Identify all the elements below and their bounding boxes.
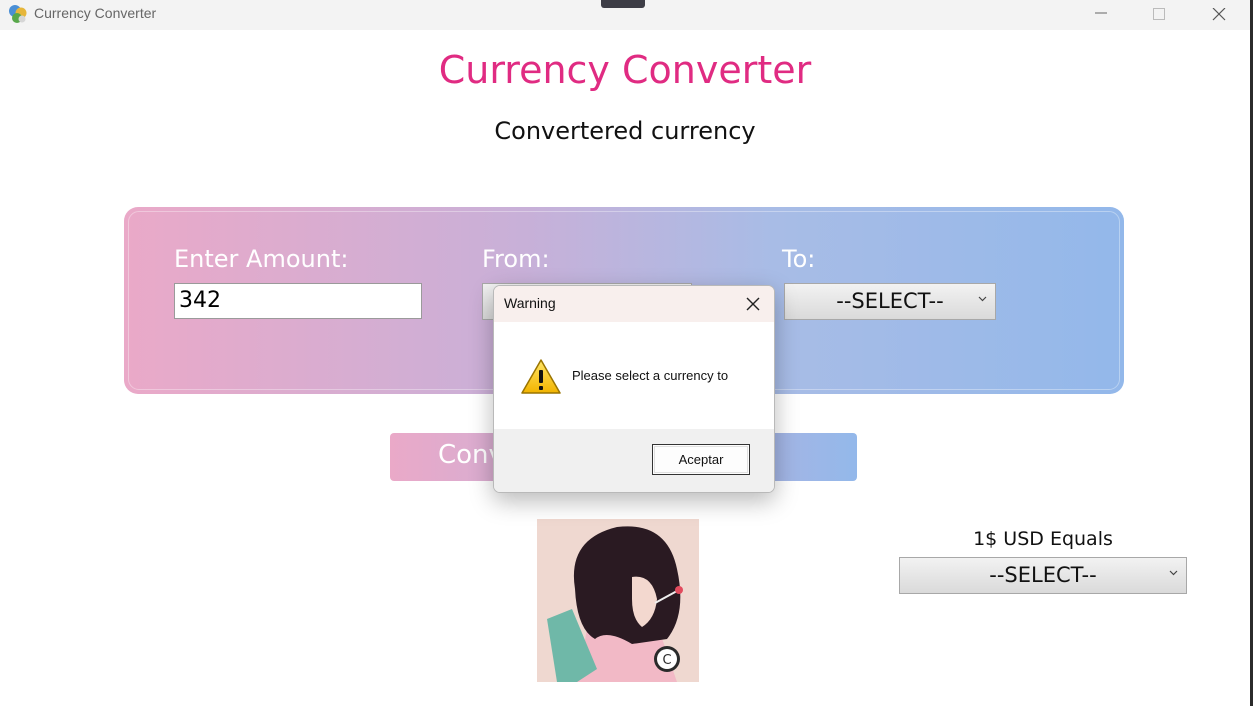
camera-notch <box>601 0 645 8</box>
title-bar[interactable]: Currency Converter <box>0 0 1250 30</box>
dialog-footer: Aceptar <box>494 429 774 492</box>
warning-icon <box>521 359 561 394</box>
minimize-button[interactable] <box>1072 0 1130 30</box>
close-icon <box>746 297 760 311</box>
app-heading: Currency Converter <box>438 48 812 92</box>
dialog-title: Warning <box>504 295 556 311</box>
window-title: Currency Converter <box>34 5 157 21</box>
close-icon <box>1212 8 1226 21</box>
svg-text:C: C <box>662 653 671 668</box>
dialog-titlebar[interactable]: Warning <box>494 286 774 322</box>
dialog-message: Please select a currency to <box>572 368 729 383</box>
minimize-icon <box>1095 12 1107 14</box>
to-select-value: --SELECT-- <box>836 289 944 313</box>
close-button[interactable] <box>1190 0 1248 30</box>
from-label: From: <box>482 245 550 273</box>
usd-rate-label: 1$ USD Equals <box>973 528 1113 550</box>
to-select[interactable]: --SELECT-- <box>784 283 996 320</box>
maximize-icon <box>1153 8 1165 20</box>
avatar-illustration: C <box>537 519 699 682</box>
amount-label: Enter Amount: <box>174 245 349 273</box>
maximize-button[interactable] <box>1130 0 1188 30</box>
usd-rate-value: --SELECT-- <box>989 563 1097 587</box>
currency-app-icon <box>8 4 28 24</box>
dialog-close-button[interactable] <box>734 286 774 322</box>
chevron-down-icon <box>978 296 987 302</box>
app-subheading: Convertered currency <box>494 117 756 145</box>
amount-input[interactable]: 342 <box>174 283 422 319</box>
app-window: Currency Converter Currency Converter Co… <box>0 0 1250 706</box>
to-label: To: <box>782 245 816 273</box>
accept-button[interactable]: Aceptar <box>652 444 750 475</box>
warning-dialog: Warning Please select a currency to Acep… <box>493 285 775 493</box>
dialog-body: Please select a currency to <box>494 322 774 429</box>
chevron-down-icon <box>1169 570 1178 576</box>
usd-rate-select[interactable]: --SELECT-- <box>899 557 1187 594</box>
